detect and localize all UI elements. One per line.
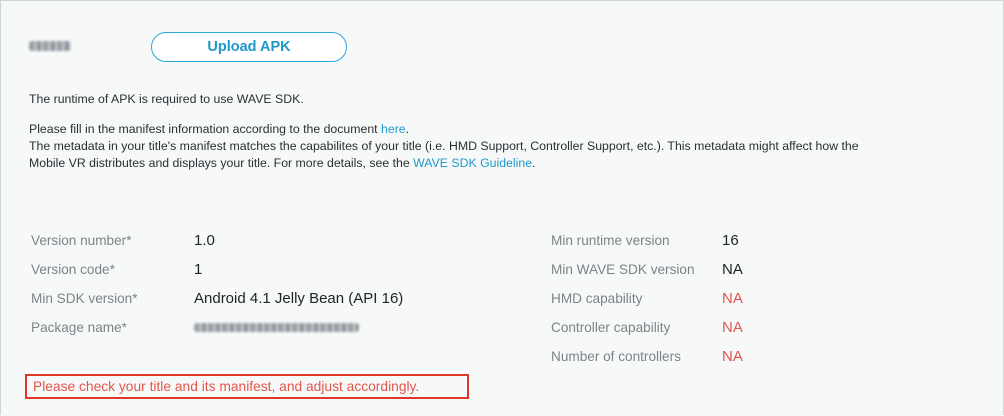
- metadata-explanation: The metadata in your title's manifest ma…: [29, 139, 859, 153]
- wave-sdk-guideline-link[interactable]: WAVE SDK Guideline: [413, 156, 532, 170]
- field-value: 1: [194, 260, 203, 278]
- field-number-of-controllers: Number of controllers NA: [551, 346, 743, 366]
- field-min-runtime-version: Min runtime version 16: [551, 230, 739, 250]
- field-package-name: Package name*: [31, 317, 359, 337]
- guideline-period: .: [532, 156, 536, 170]
- field-value: 16: [722, 231, 739, 249]
- manifest-instruction-text: Please fill in the manifest information …: [29, 122, 382, 136]
- field-value: Android 4.1 Jelly Bean (API 16): [194, 289, 404, 307]
- field-value: 1.0: [194, 231, 215, 249]
- field-value-na: NA: [722, 347, 743, 365]
- field-label: Number of controllers: [551, 348, 681, 364]
- manifest-warning-message: Please check your title and its manifest…: [25, 374, 469, 399]
- field-version-code: Version code* 1: [31, 259, 202, 279]
- field-value-na: NA: [722, 289, 743, 307]
- field-label: Min WAVE SDK version: [551, 261, 695, 277]
- field-min-sdk-version: Min SDK version* Android 4.1 Jelly Bean …: [31, 288, 403, 308]
- field-controller-capability: Controller capability NA: [551, 317, 743, 337]
- field-value-na: NA: [722, 318, 743, 336]
- field-min-wave-sdk-version: Min WAVE SDK version NA: [551, 259, 743, 279]
- field-label: Controller capability: [551, 319, 671, 335]
- field-label: Version number*: [31, 232, 132, 248]
- field-version-number: Version number* 1.0: [31, 230, 215, 250]
- field-label: Min runtime version: [551, 232, 670, 248]
- apk-upload-panel: Upload APK The runtime of APK is require…: [0, 0, 1004, 415]
- upload-apk-button[interactable]: Upload APK: [151, 32, 347, 62]
- guideline-text: Mobile VR distributes and displays your …: [29, 156, 414, 170]
- document-here-link[interactable]: here: [381, 122, 406, 136]
- field-value: NA: [722, 260, 743, 278]
- runtime-requirement-note: The runtime of APK is required to use WA…: [29, 92, 304, 106]
- metadata-guideline-note: Mobile VR distributes and displays your …: [29, 155, 535, 172]
- manifest-instructions: Please fill in the manifest information …: [29, 121, 409, 138]
- field-label: Package name*: [31, 319, 127, 335]
- field-label: HMD capability: [551, 290, 643, 306]
- field-hmd-capability: HMD capability NA: [551, 288, 743, 308]
- package-name-redacted: [194, 322, 359, 332]
- field-label: Version code*: [31, 261, 115, 277]
- uploaded-file-name-redacted: [29, 41, 71, 51]
- field-label: Min SDK version*: [31, 290, 138, 306]
- manifest-instruction-period: .: [405, 122, 410, 136]
